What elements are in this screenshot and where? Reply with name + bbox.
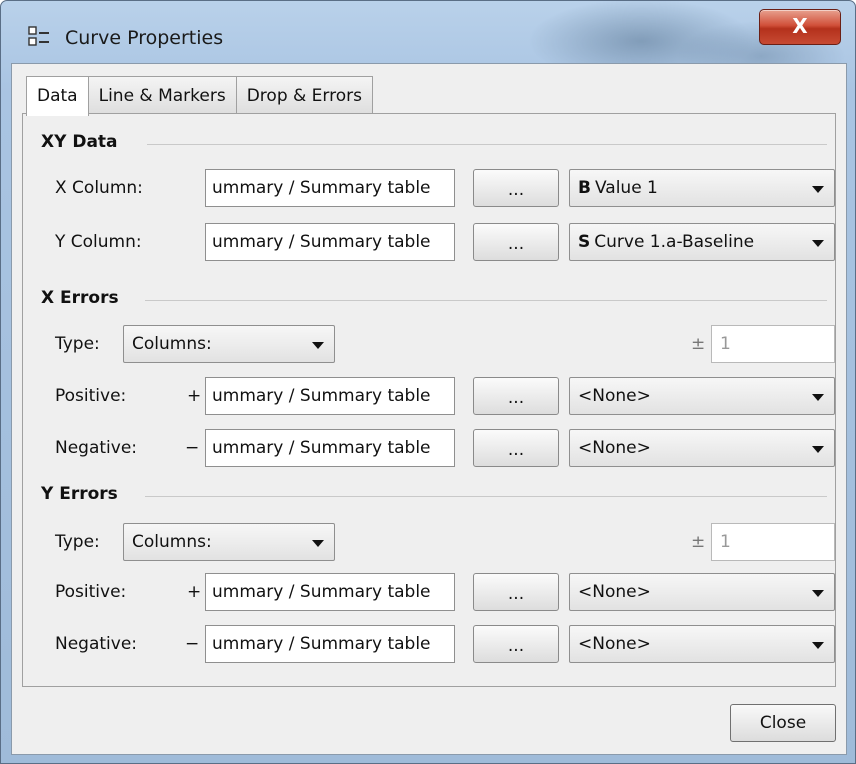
dialog-body: Data Line & Markers Drop & Errors XY Dat… (11, 63, 847, 755)
properties-list-icon (28, 26, 49, 46)
y-column-selected: Curve 1.a-Baseline (594, 232, 755, 252)
y-errors-negative-source-field[interactable]: ummary / Summary table (205, 625, 455, 663)
x-errors-positive-dropdown[interactable]: <None> (569, 377, 835, 415)
tab-data[interactable]: Data (26, 76, 89, 116)
tab-bar: Data Line & Markers Drop & Errors (26, 76, 373, 116)
y-column-source-field[interactable]: ummary / Summary table (205, 223, 455, 261)
x-column-dropdown[interactable]: B Value 1 (569, 169, 835, 207)
close-button[interactable]: Close (730, 704, 836, 742)
x-errors-negative-browse-button[interactable]: ... (473, 429, 559, 467)
x-errors-positive-selected: <None> (578, 386, 651, 406)
y-errors-heading: Y Errors (41, 484, 118, 504)
chevron-down-icon (312, 342, 324, 349)
x-errors-type-value: Columns: (132, 334, 212, 354)
chevron-down-icon (812, 394, 824, 401)
y-errors-positive-label: Positive: (55, 582, 127, 602)
y-errors-positive-browse-button[interactable]: ... (473, 573, 559, 611)
y-errors-negative-browse-button[interactable]: ... (473, 625, 559, 663)
x-errors-type-select[interactable]: Columns: (123, 325, 335, 363)
title-bar[interactable]: Curve Properties X (1, 1, 856, 63)
x-errors-positive-browse-button[interactable]: ... (473, 377, 559, 415)
section-divider (145, 496, 827, 497)
x-errors-negative-label: Negative: (55, 438, 138, 458)
column-type-prefix: B (578, 178, 591, 198)
plus-minus-label: ± (691, 532, 706, 552)
x-errors-type-label: Type: (55, 334, 100, 354)
curve-properties-window: Curve Properties X Data Line & Markers D… (0, 0, 856, 764)
plus-sign: + (187, 386, 202, 406)
y-errors-negative-dropdown[interactable]: <None> (569, 625, 835, 663)
xy-data-heading: XY Data (41, 132, 118, 152)
x-errors-value-field[interactable]: 1 (711, 325, 835, 363)
x-column-label: X Column: (55, 178, 143, 198)
x-errors-heading: X Errors (41, 288, 119, 308)
tab-drop-errors[interactable]: Drop & Errors (235, 76, 373, 114)
chevron-down-icon (812, 446, 824, 453)
x-column-source-field[interactable]: ummary / Summary table (205, 169, 455, 207)
y-column-label: Y Column: (55, 232, 142, 252)
chevron-down-icon (812, 186, 824, 193)
x-errors-negative-selected: <None> (578, 438, 651, 458)
y-errors-positive-dropdown[interactable]: <None> (569, 573, 835, 611)
minus-sign: − (185, 634, 200, 654)
y-errors-value-field[interactable]: 1 (711, 523, 835, 561)
y-column-dropdown[interactable]: S Curve 1.a-Baseline (569, 223, 835, 261)
y-errors-type-label: Type: (55, 532, 100, 552)
x-errors-positive-label: Positive: (55, 386, 127, 406)
section-divider (145, 300, 827, 301)
chevron-down-icon (312, 540, 324, 547)
x-errors-positive-source-field[interactable]: ummary / Summary table (205, 377, 455, 415)
minus-sign: − (185, 438, 200, 458)
plus-sign: + (187, 582, 202, 602)
section-divider (147, 144, 827, 145)
x-column-selected: Value 1 (594, 178, 658, 198)
window-close-button[interactable]: X (759, 9, 841, 45)
x-errors-negative-source-field[interactable]: ummary / Summary table (205, 429, 455, 467)
y-column-browse-button[interactable]: ... (473, 223, 559, 261)
y-errors-positive-source-field[interactable]: ummary / Summary table (205, 573, 455, 611)
y-errors-negative-label: Negative: (55, 634, 138, 654)
chevron-down-icon (812, 590, 824, 597)
y-errors-positive-selected: <None> (578, 582, 651, 602)
column-type-prefix: S (578, 232, 591, 252)
x-errors-negative-dropdown[interactable]: <None> (569, 429, 835, 467)
window-title: Curve Properties (65, 27, 224, 49)
chevron-down-icon (812, 642, 824, 649)
tab-line-markers[interactable]: Line & Markers (87, 76, 237, 114)
x-column-browse-button[interactable]: ... (473, 169, 559, 207)
plus-minus-label: ± (691, 334, 706, 354)
chevron-down-icon (812, 240, 824, 247)
data-tab-panel: XY Data X Column: ummary / Summary table… (22, 113, 836, 687)
y-errors-type-select[interactable]: Columns: (123, 523, 335, 561)
y-errors-negative-selected: <None> (578, 634, 651, 654)
y-errors-type-value: Columns: (132, 532, 212, 552)
